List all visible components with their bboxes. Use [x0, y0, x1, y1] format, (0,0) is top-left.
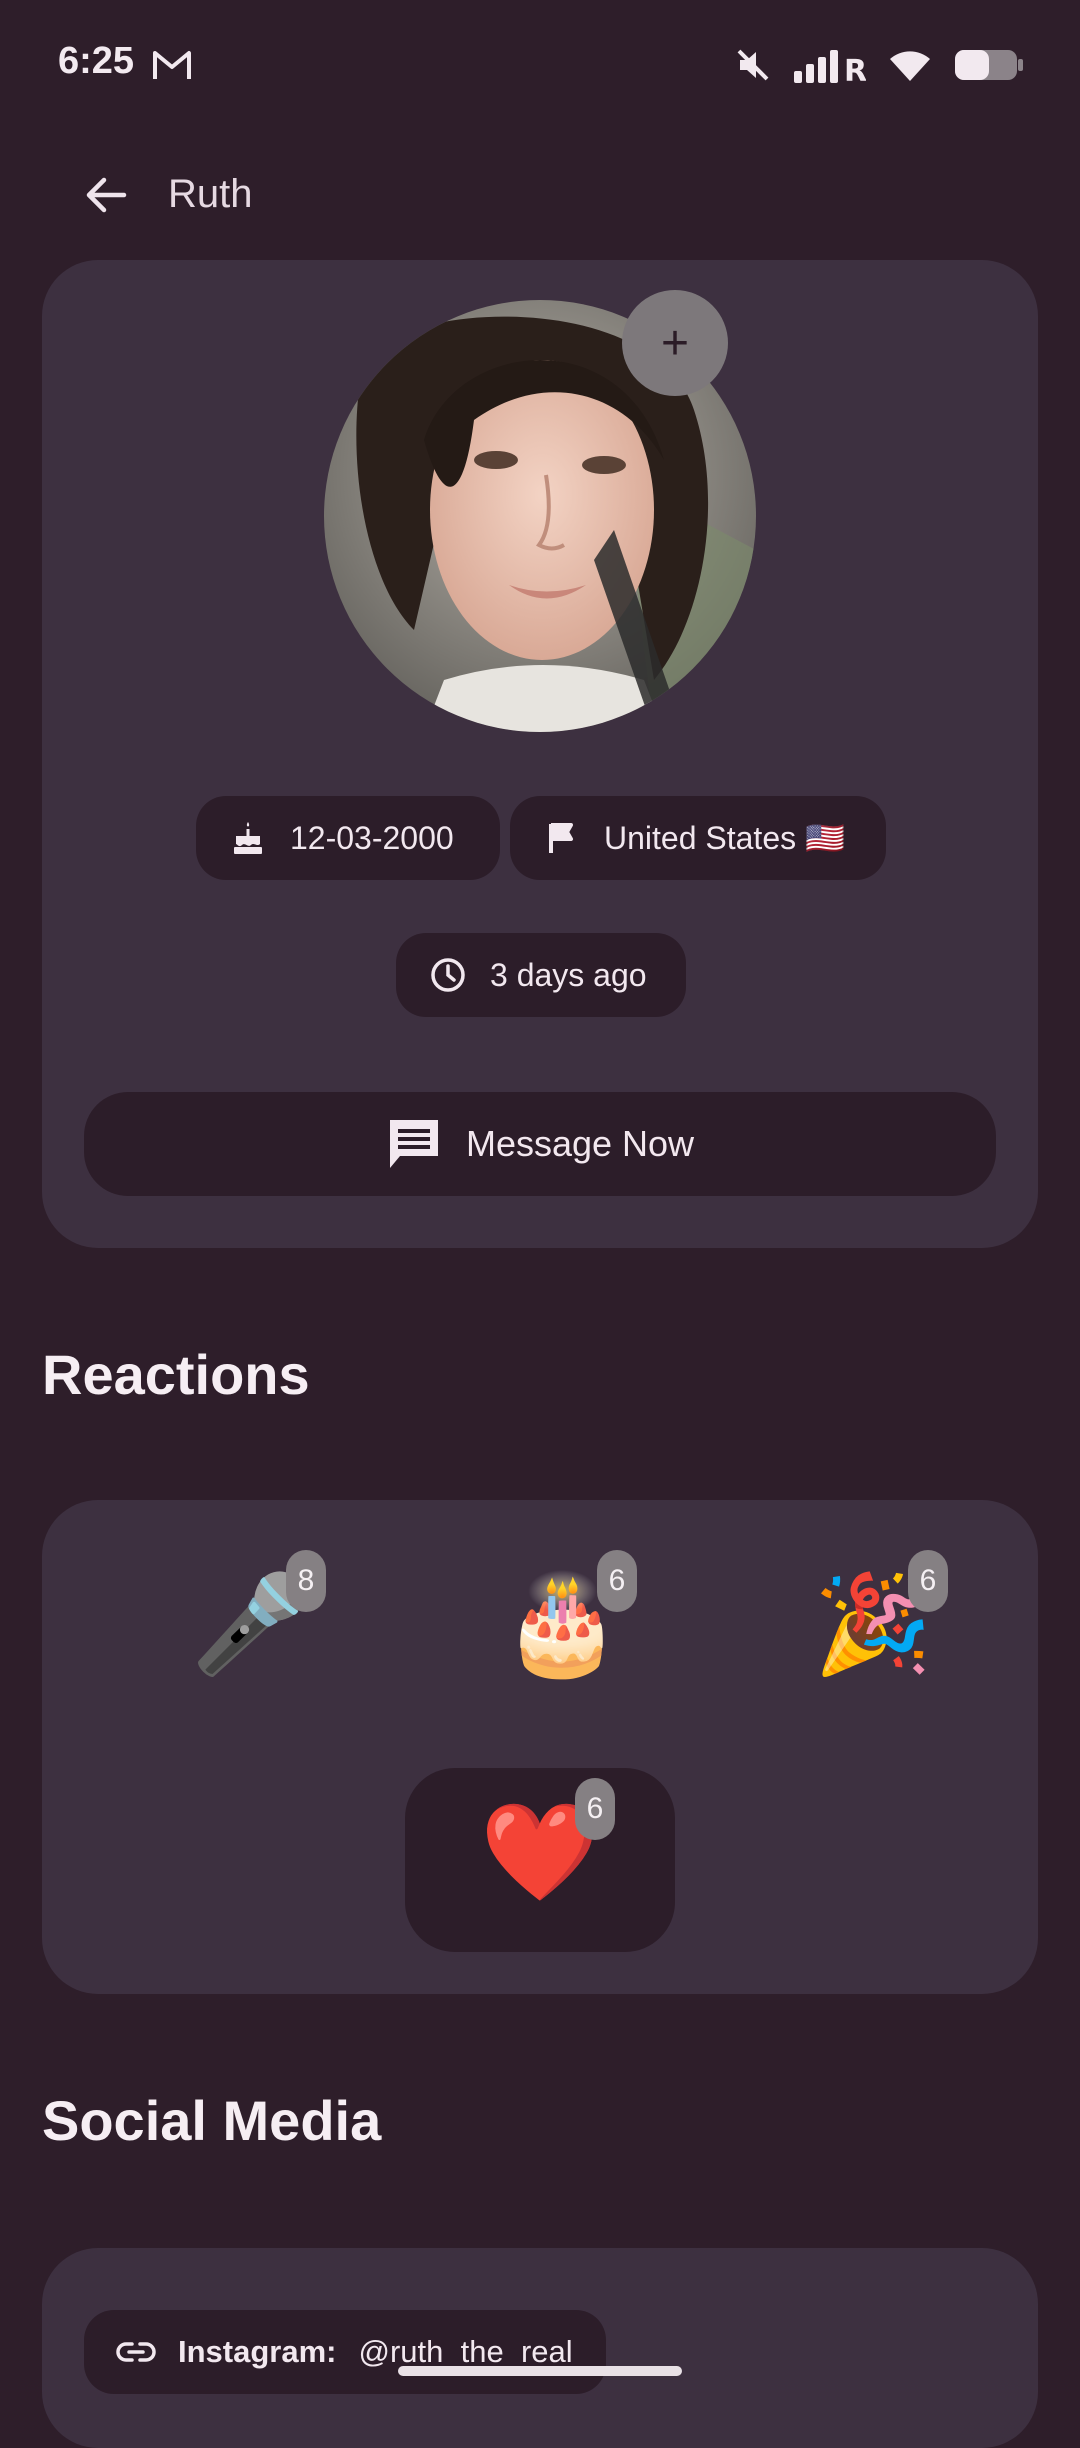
arrow-back-icon — [86, 177, 127, 213]
gesture-home-bar[interactable] — [398, 2366, 682, 2376]
last-seen-chip: 3 days ago — [396, 933, 686, 1017]
reaction-party-popper[interactable]: 🎉 6 — [798, 1550, 948, 1700]
back-button[interactable] — [78, 168, 132, 222]
reaction-count-badge: 6 — [575, 1778, 615, 1840]
reaction-heart-selected[interactable]: ❤️ 6 — [405, 1768, 675, 1952]
add-photo-button[interactable]: + — [622, 290, 728, 396]
message-now-label: Message Now — [465, 1123, 695, 1164]
flag-icon — [542, 818, 582, 858]
message-now-button[interactable]: Message Now — [84, 1092, 996, 1196]
last-seen-text: 3 days ago — [490, 956, 647, 993]
gmail-icon — [153, 51, 191, 79]
chat-icon — [389, 1120, 438, 1168]
battery-icon — [955, 50, 1023, 80]
reaction-microphone[interactable]: 🎤 8 — [176, 1550, 326, 1700]
link-icon — [116, 2342, 156, 2362]
top-app-bar: Ruth — [0, 150, 1080, 240]
status-icons: R — [734, 44, 1024, 86]
reactions-card: 🎤 8 🎂 6 🎉 6 ❤️ 6 — [42, 1500, 1038, 1994]
profile-card: + 12-03-2000 United States 🇺🇸 3 days ago… — [42, 260, 1038, 1248]
birthday-text: 12-03-2000 — [290, 819, 454, 856]
cake-icon — [228, 818, 268, 858]
clock-icon — [428, 955, 468, 995]
social-media-card: Instagram: @ruth_the_real — [42, 2248, 1038, 2448]
wifi-icon — [890, 51, 930, 81]
reaction-heart[interactable]: ❤️ 6 — [465, 1778, 615, 1928]
reaction-count-badge: 8 — [286, 1550, 326, 1612]
reaction-cake[interactable]: 🎂 6 — [487, 1550, 637, 1700]
status-time: 6:25 — [58, 40, 135, 82]
svg-text:R: R — [844, 54, 866, 83]
status-bar: 6:25 R — [0, 0, 1080, 130]
country-text: United States 🇺🇸 — [604, 820, 845, 856]
reaction-count-badge: 6 — [908, 1550, 948, 1612]
mute-icon — [737, 49, 769, 81]
instagram-label: Instagram: — [178, 2334, 337, 2369]
instagram-handle: @ruth_the_real — [358, 2334, 573, 2369]
signal-icon: R — [794, 50, 866, 83]
reaction-count-badge: 6 — [597, 1550, 637, 1612]
country-chip: United States 🇺🇸 — [510, 796, 886, 880]
social-media-title: Social Media — [42, 2089, 382, 2152]
page-title: Ruth — [168, 172, 253, 216]
reactions-title: Reactions — [42, 1343, 310, 1406]
instagram-link[interactable]: Instagram: @ruth_the_real — [84, 2310, 606, 2394]
birthday-chip: 12-03-2000 — [196, 796, 500, 880]
